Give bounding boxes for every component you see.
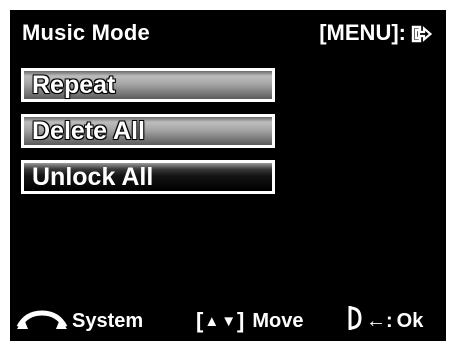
page-title: Music Mode [22,20,150,45]
ok-label: Ok [396,309,424,332]
system-label: System [72,309,144,332]
menu-item-repeat[interactable]: Repeat [21,68,275,102]
ok-hint: ←: Ok [348,306,423,336]
menu-item-delete-all[interactable]: Delete All [21,114,275,148]
menu-hint-label: [MENU]: [319,20,406,45]
exit-arrow-icon [410,24,433,44]
menu-item-label: Repeat [32,70,116,99]
menu-exit-hint[interactable]: [MENU]: [319,20,433,46]
down-arrow-icon: ▼ [221,312,237,330]
mode-dial-icon [16,307,68,335]
up-arrow-icon: ▲ [204,312,220,330]
move-label: Move [252,309,304,332]
menu-item-label: Unlock All [32,162,154,191]
shutter-half-press-icon [348,306,362,336]
camera-menu-screen: Music Mode [MENU]: Repeat Delete All Unl… [10,10,446,341]
button-guide-footer: System [ ▲ ▼ ] Move ←: Ok [10,306,446,336]
move-hint: [ ▲ ▼ ] Move [196,306,304,336]
bracket-open: [ [196,308,204,333]
menu-item-label: Delete All [32,116,146,145]
ok-arrow-icon: ←: [366,309,393,332]
system-hint: System [16,306,143,336]
bracket-close: ] [237,308,245,333]
menu-item-unlock-all[interactable]: Unlock All [21,160,275,194]
